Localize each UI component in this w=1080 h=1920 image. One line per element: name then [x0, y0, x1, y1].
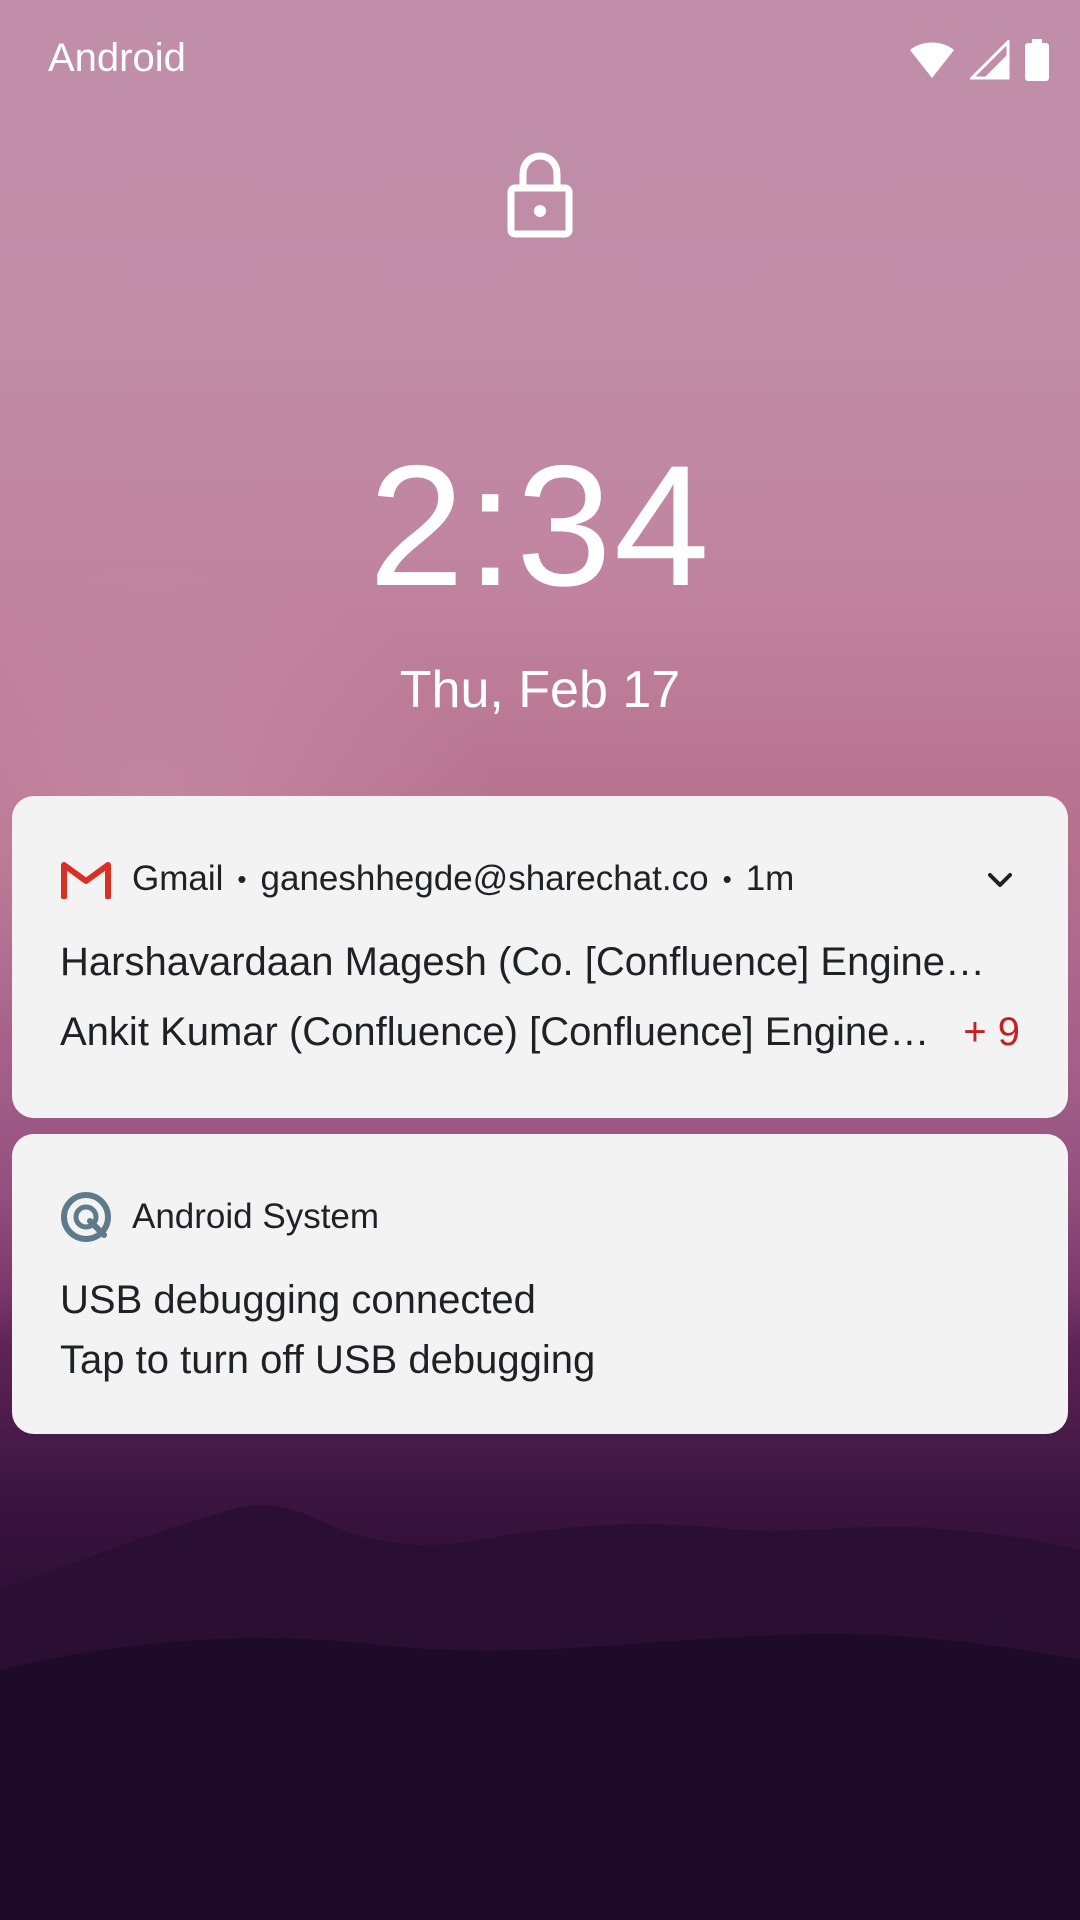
android-system-notification[interactable]: Android System USB debugging connected T… [12, 1134, 1068, 1434]
carrier-label: Android [48, 36, 186, 80]
lock-screen: Android 2:34 Thu, Feb 17 Gmail • ganeshh… [0, 0, 1080, 1920]
email-line: Ankit Kumar (Confluence) [Confluence] En… [60, 1010, 930, 1054]
wallpaper-hills [0, 1505, 1080, 1920]
notification-header: Gmail • ganeshhegde@sharechat.co • 1m [60, 854, 1020, 904]
notification-title: USB debugging connected [60, 1278, 536, 1322]
gmail-notification[interactable]: Gmail • ganeshhegde@sharechat.co • 1m Ha… [12, 796, 1068, 1118]
android-system-icon [60, 1191, 112, 1243]
email-line: Harshavardaan Magesh (Co. [Confluence] E… [60, 940, 985, 984]
wifi-icon [910, 42, 954, 78]
notification-text: Tap to turn off USB debugging [60, 1338, 596, 1382]
more-count: + 9 [963, 1010, 1020, 1054]
notification-time: 1m [745, 859, 795, 898]
cell-signal-icon [970, 40, 1010, 80]
status-bar: Android [0, 0, 1080, 120]
app-name: Android System [132, 1197, 380, 1236]
notification-header: Android System [60, 1192, 1020, 1242]
clock-date: Thu, Feb 17 [399, 661, 681, 719]
app-name: Gmail [132, 859, 224, 898]
battery-icon [1025, 39, 1049, 81]
separator-dot: • [237, 863, 247, 894]
lock-icon[interactable] [505, 150, 575, 240]
account-email: ganeshhegde@sharechat.co [260, 859, 709, 898]
gmail-icon [60, 853, 112, 905]
clock-time: 2:34 [368, 430, 712, 622]
separator-dot: • [722, 863, 732, 894]
status-icons [908, 38, 1050, 82]
chevron-down-icon[interactable] [980, 860, 1020, 900]
